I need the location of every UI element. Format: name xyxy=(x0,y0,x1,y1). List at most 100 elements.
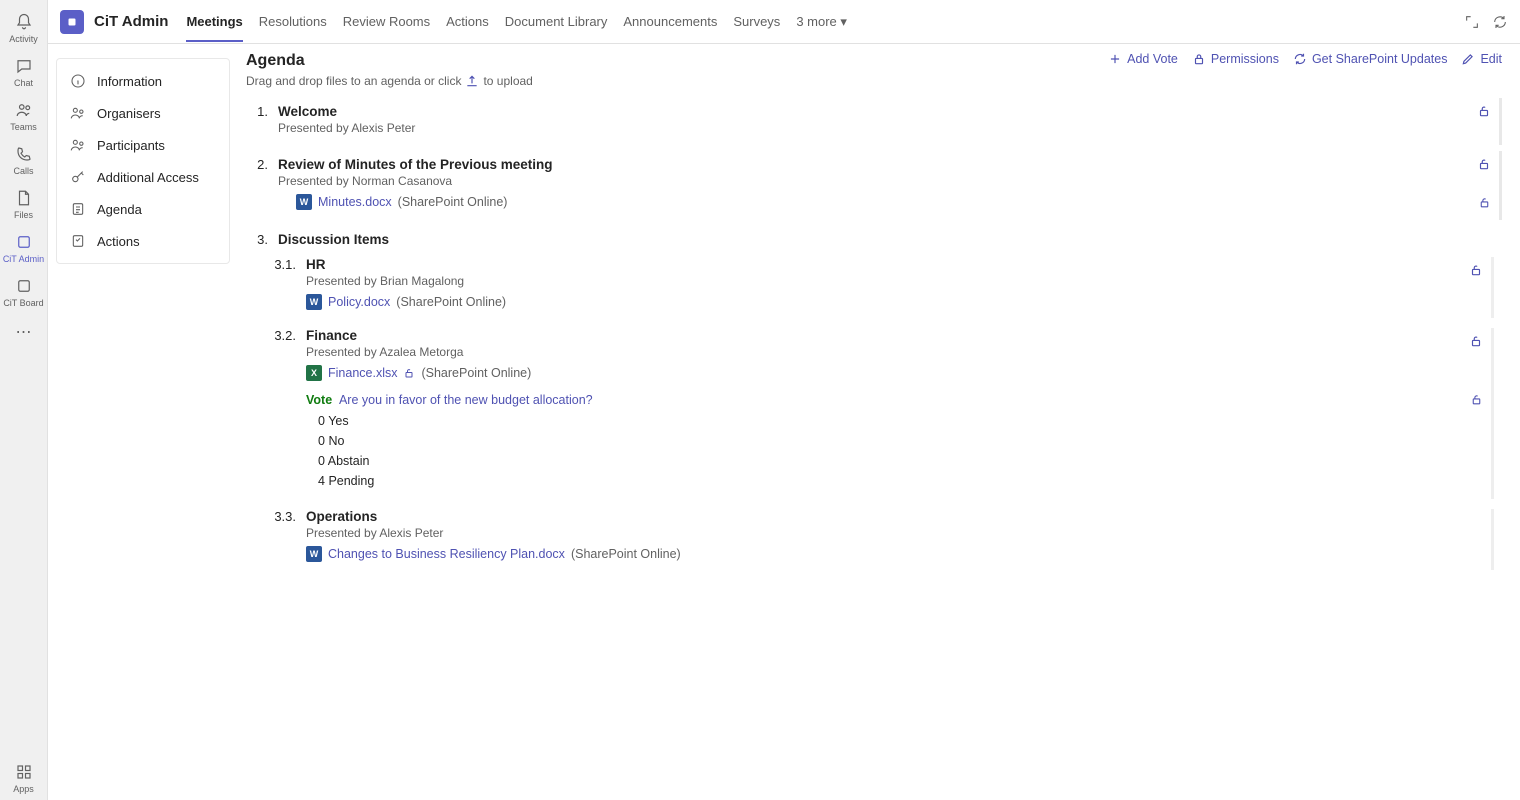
rail-more[interactable]: ⋯ xyxy=(16,314,32,350)
side-label: Organisers xyxy=(97,106,161,121)
tab-announcements[interactable]: Announcements xyxy=(623,2,717,42)
file-source: (SharePoint Online) xyxy=(396,295,506,309)
side-information[interactable]: Information xyxy=(57,65,229,97)
file-icon xyxy=(14,188,34,208)
item-number: 1. xyxy=(246,104,268,119)
file-attachment[interactable]: X Finance.xlsx (SharePoint Online) xyxy=(306,365,1483,381)
bell-icon xyxy=(14,12,34,32)
side-organisers[interactable]: Organisers xyxy=(57,97,229,129)
rail-activity[interactable]: Activity xyxy=(0,6,48,50)
unlock-icon[interactable] xyxy=(1477,157,1491,171)
side-actions[interactable]: Actions xyxy=(57,225,229,257)
item-presenter: Presented by Azalea Metorga xyxy=(306,345,1483,359)
item-presenter: Presented by Alexis Peter xyxy=(278,121,1491,135)
permissions-button[interactable]: Permissions xyxy=(1192,52,1279,66)
file-attachment[interactable]: W Changes to Business Resiliency Plan.do… xyxy=(306,546,1483,562)
add-vote-button[interactable]: Add Vote xyxy=(1108,52,1178,66)
item-number: 3. xyxy=(246,232,268,247)
side-label: Participants xyxy=(97,138,165,153)
tab-surveys[interactable]: Surveys xyxy=(733,2,780,42)
rail-chat[interactable]: Chat xyxy=(0,50,48,94)
side-label: Actions xyxy=(97,234,140,249)
excel-icon: X xyxy=(306,365,322,381)
unlock-icon[interactable] xyxy=(1478,196,1491,209)
subtitle-text: to upload xyxy=(483,74,532,88)
action-label: Get SharePoint Updates xyxy=(1312,52,1448,66)
action-label: Add Vote xyxy=(1127,52,1178,66)
side-agenda[interactable]: Agenda xyxy=(57,193,229,225)
lock-icon xyxy=(1192,52,1206,66)
unlock-icon[interactable] xyxy=(1477,104,1491,118)
tab-resolutions[interactable]: Resolutions xyxy=(259,2,327,42)
file-name: Changes to Business Resiliency Plan.docx xyxy=(328,547,565,561)
file-attachment[interactable]: W Policy.docx (SharePoint Online) xyxy=(306,294,1483,310)
upload-icon[interactable] xyxy=(465,74,479,88)
tab-meetings[interactable]: Meetings xyxy=(186,2,242,42)
chevron-down-icon: ▾ xyxy=(840,14,847,29)
rail-calls[interactable]: Calls xyxy=(0,138,48,182)
rail-label: Teams xyxy=(10,122,37,132)
agenda-title: Agenda xyxy=(246,52,533,70)
vote-label: Vote xyxy=(306,393,332,407)
agenda-icon xyxy=(69,201,87,217)
tab-actions[interactable]: Actions xyxy=(446,2,489,42)
rail-teams[interactable]: Teams xyxy=(0,94,48,138)
rail-label: CiT Admin xyxy=(3,254,44,264)
tab-review-rooms[interactable]: Review Rooms xyxy=(343,2,430,42)
rail-label: Apps xyxy=(13,784,34,794)
item-title: Finance xyxy=(306,328,357,343)
rail-cit-board[interactable]: CiT Board xyxy=(0,270,48,314)
team-avatar xyxy=(60,10,84,34)
teams-icon xyxy=(14,100,34,120)
meeting-sidepanel: Information Organisers Participants Addi… xyxy=(48,44,238,800)
side-participants[interactable]: Participants xyxy=(57,129,229,161)
get-updates-button[interactable]: Get SharePoint Updates xyxy=(1293,52,1448,66)
vote-question[interactable]: Are you in favor of the new budget alloc… xyxy=(339,393,593,407)
word-icon: W xyxy=(306,546,322,562)
more-label: 3 more xyxy=(796,14,836,29)
plus-icon xyxy=(1108,52,1122,66)
vote-count-row: 0 No xyxy=(318,431,1483,451)
action-label: Edit xyxy=(1480,52,1502,66)
key-icon xyxy=(69,169,87,185)
tab-document-library[interactable]: Document Library xyxy=(505,2,608,42)
chat-icon xyxy=(14,56,34,76)
agenda-subitem: 3.1. HR Presented by Brian Magalong W Po… xyxy=(246,257,1494,318)
rail-cit-admin[interactable]: CiT Admin xyxy=(0,226,48,270)
phone-icon xyxy=(14,144,34,164)
rail-label: Activity xyxy=(9,34,38,44)
edit-button[interactable]: Edit xyxy=(1461,52,1502,66)
file-name: Finance.xlsx xyxy=(328,366,397,380)
unlock-icon[interactable] xyxy=(1469,334,1483,348)
agenda-subtitle: Drag and drop files to an agenda or clic… xyxy=(246,74,533,88)
item-number: 2. xyxy=(246,157,268,172)
app-rail: Activity Chat Teams Calls Files CiT Admi… xyxy=(0,0,48,800)
vote-count-row: 0 Yes xyxy=(318,411,1483,431)
refresh-icon[interactable] xyxy=(1492,14,1508,30)
sync-icon xyxy=(1293,52,1307,66)
file-source: (SharePoint Online) xyxy=(398,195,508,209)
unlock-icon[interactable] xyxy=(1470,393,1483,406)
agenda-subitem: 3.3. Operations Presented by Alexis Pete… xyxy=(246,509,1494,570)
tab-more[interactable]: 3 more ▾ xyxy=(796,2,847,42)
rail-apps[interactable]: Apps xyxy=(0,756,48,800)
item-title: Discussion Items xyxy=(278,232,389,247)
rail-files[interactable]: Files xyxy=(0,182,48,226)
expand-icon[interactable] xyxy=(1464,14,1480,30)
agenda-area: Agenda Drag and drop files to an agenda … xyxy=(238,44,1520,800)
file-attachment[interactable]: W Minutes.docx (SharePoint Online) xyxy=(296,194,1491,210)
unlock-icon[interactable] xyxy=(403,367,415,379)
item-presenter: Presented by Norman Casanova xyxy=(278,174,1491,188)
pencil-icon xyxy=(1461,52,1475,66)
side-additional-access[interactable]: Additional Access xyxy=(57,161,229,193)
agenda-item: 1. Welcome Presented by Alexis Peter xyxy=(246,98,1502,145)
agenda-item: 2. Review of Minutes of the Previous mee… xyxy=(246,151,1502,220)
file-source: (SharePoint Online) xyxy=(571,547,681,561)
vote-block: Vote Are you in favor of the new budget … xyxy=(306,393,1483,491)
unlock-icon[interactable] xyxy=(1469,263,1483,277)
word-icon: W xyxy=(296,194,312,210)
people-icon xyxy=(69,105,87,121)
team-name: CiT Admin xyxy=(94,13,168,30)
side-label: Information xyxy=(97,74,162,89)
item-number: 3.1. xyxy=(264,257,296,272)
